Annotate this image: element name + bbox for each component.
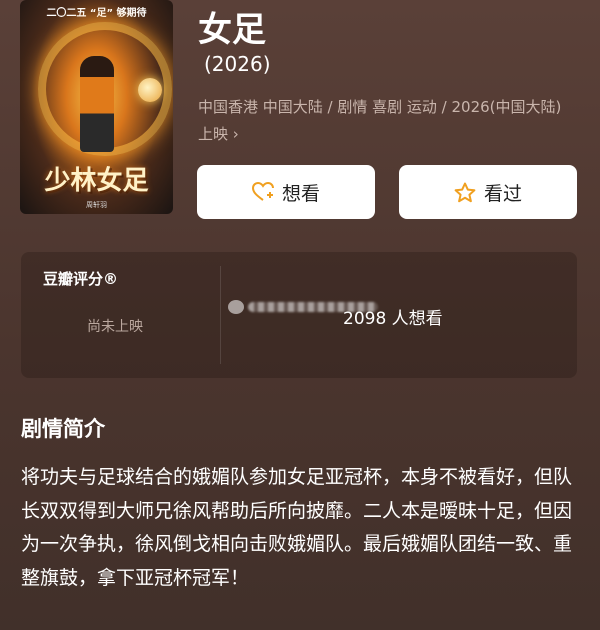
movie-title: 女足	[198, 10, 266, 50]
heart-plus-icon	[251, 182, 274, 202]
rating-divider	[220, 266, 221, 364]
poster-football	[138, 78, 162, 102]
watched-label: 看过	[483, 182, 522, 205]
poster-credit: 周轩羽	[86, 201, 107, 209]
movie-year: (2026)	[204, 52, 271, 76]
poster-title-art: 少林女足	[44, 166, 149, 196]
wish-count: 2098 人想看	[343, 309, 443, 329]
rating-card: 豆瓣评分® 尚未上映 2098 人想看	[21, 252, 577, 378]
synopsis-text: 将功夫与足球结合的娥媚队参加女足亚冠杯，本身不被看好，但队长双双得到大师兄徐风帮…	[21, 466, 573, 589]
poster-tagline: 二〇二五 “足” 够期待	[46, 8, 147, 19]
douban-rating-label: 豆瓣评分®	[43, 270, 119, 288]
poster-player-figure	[80, 56, 114, 152]
movie-meta-link[interactable]: 中国香港 中国大陆 / 剧情 喜剧 运动 / 2026(中国大陆) 上映 ›	[198, 94, 578, 148]
movie-poster[interactable]: 二〇二五 “足” 够期待 少林女足 周轩羽	[20, 0, 173, 214]
synopsis-heading: 剧情简介	[21, 417, 105, 441]
rating-status: 尚未上映	[87, 319, 143, 335]
watched-button[interactable]: 看过	[399, 165, 577, 219]
weibo-icon	[228, 300, 244, 314]
star-outline-icon	[454, 182, 476, 203]
want-to-watch-label: 想看	[281, 182, 320, 205]
want-to-watch-button[interactable]: 想看	[197, 165, 375, 219]
